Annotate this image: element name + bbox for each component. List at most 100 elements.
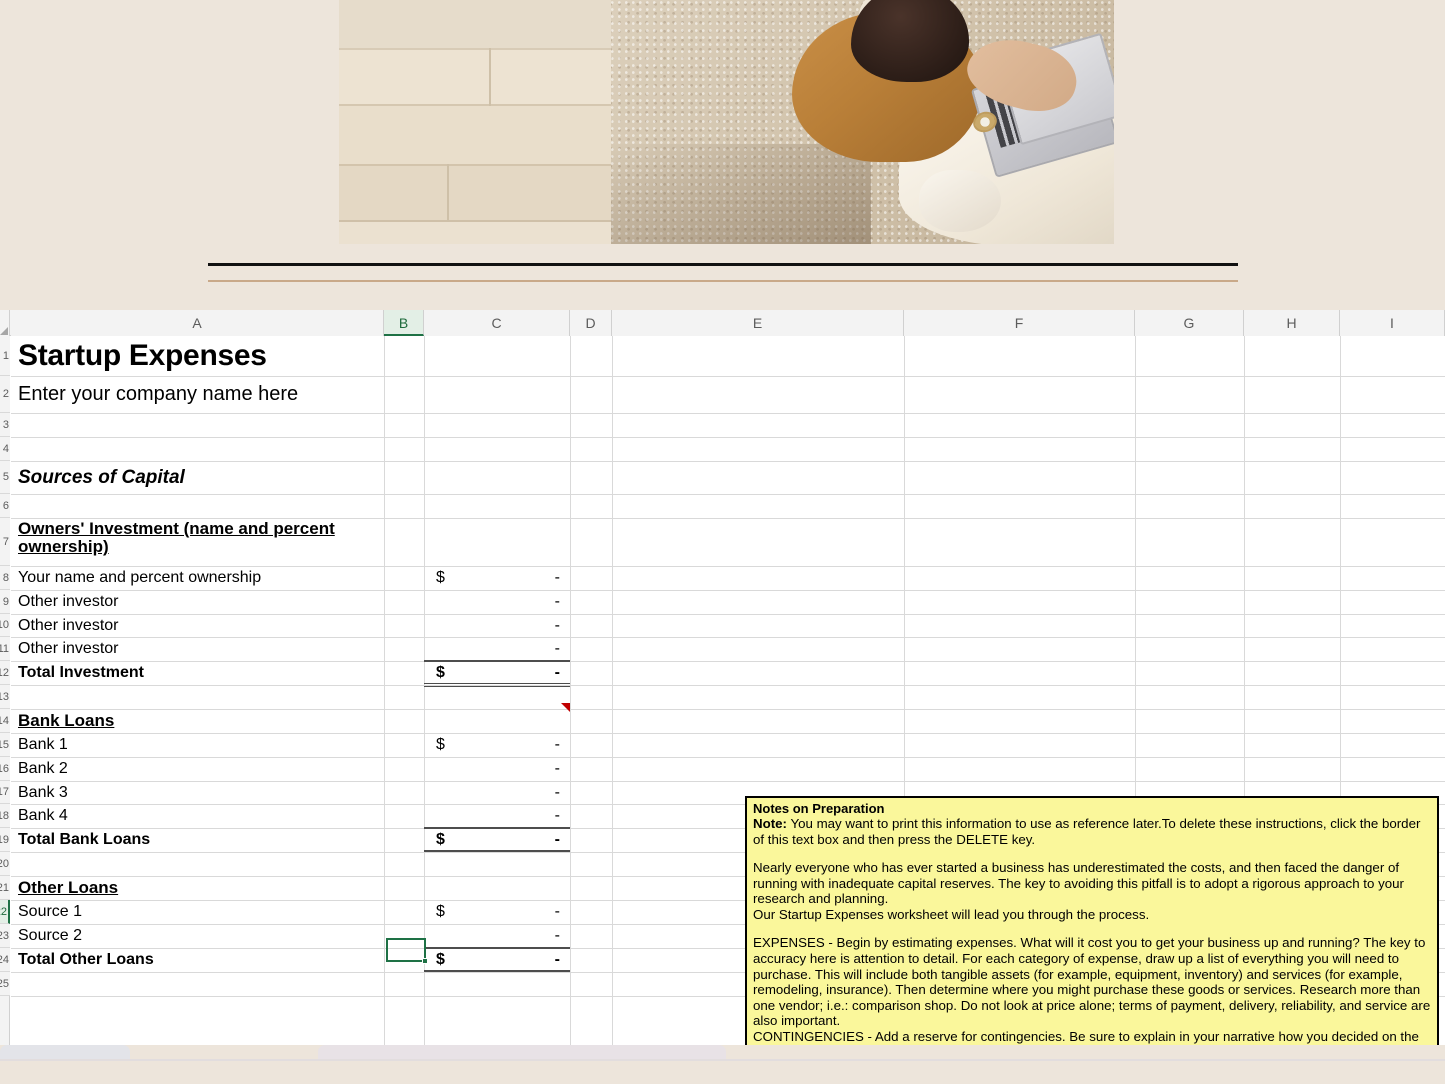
cell-c9-amount[interactable]: - <box>424 590 570 614</box>
cell-c10-amount[interactable]: - <box>424 614 570 637</box>
column-header-i[interactable]: I <box>1340 310 1445 336</box>
cell-a12[interactable]: Total Investment <box>14 661 384 685</box>
row-header-25[interactable]: 25 <box>0 972 10 996</box>
row-header-22[interactable]: 22 <box>0 900 10 924</box>
row-header-8[interactable]: 8 <box>0 566 10 590</box>
bottom-chrome <box>0 1045 1445 1084</box>
hero-photo <box>339 0 1114 244</box>
header-rule-black <box>208 263 1238 266</box>
row-header-1[interactable]: 1 <box>0 336 10 376</box>
cell-c16-amount[interactable]: - <box>424 757 570 781</box>
cell-a9[interactable]: Other investor <box>14 590 384 614</box>
spreadsheet-viewport: A B C D E F G H I 1234567891011121314151… <box>0 310 1445 1045</box>
photo-sock <box>919 170 1001 232</box>
cell-a11[interactable]: Other investor <box>14 637 384 661</box>
gridline-a-b <box>384 336 385 1045</box>
row-header-5[interactable]: 5 <box>0 461 10 494</box>
row-header-24[interactable]: 24 <box>0 948 10 972</box>
row-header-16[interactable]: 16 <box>0 757 10 781</box>
row-header-14[interactable]: 14 <box>0 709 10 733</box>
cell-c15-amount[interactable]: - <box>424 733 570 757</box>
selected-cell-highlight[interactable] <box>386 938 428 964</box>
cell-a21[interactable]: Other Loans <box>14 876 384 900</box>
row-header-19[interactable]: 19 <box>0 828 10 852</box>
cell-c11-amount[interactable]: - <box>424 637 570 661</box>
notes-on-preparation-textbox[interactable]: Notes on Preparation Note: You may want … <box>745 796 1439 1045</box>
header-rule-tan <box>208 280 1238 282</box>
row-header-20[interactable]: 20 <box>0 852 10 876</box>
row-header-9[interactable]: 9 <box>0 590 10 614</box>
row-header-strip: 1234567891011121314151617181920212223242… <box>0 336 10 1045</box>
notes-note-label: Note: <box>753 816 787 832</box>
cell-c12-amount[interactable]: - <box>424 661 570 685</box>
column-header-c[interactable]: C <box>424 310 570 336</box>
gridline-row <box>11 413 1445 414</box>
row-header-17[interactable]: 17 <box>0 781 10 804</box>
total-rule-top <box>424 947 570 949</box>
cell-a16[interactable]: Bank 2 <box>14 757 384 781</box>
row-header-12[interactable]: 12 <box>0 661 10 685</box>
cell-a17[interactable]: Bank 3 <box>14 781 384 804</box>
gridline-row <box>11 494 1445 495</box>
cell-a23[interactable]: Source 2 <box>14 924 384 948</box>
row-header-18[interactable]: 18 <box>0 804 10 828</box>
cell-a8[interactable]: Your name and percent ownership <box>14 566 384 590</box>
cell-c23-amount[interactable]: - <box>424 924 570 948</box>
cell-c8-amount[interactable]: - <box>424 566 570 590</box>
row-header-23[interactable]: 23 <box>0 924 10 948</box>
row-header-11[interactable]: 11 <box>0 637 10 661</box>
cell-c18-amount[interactable]: - <box>424 804 570 828</box>
column-header-f[interactable]: F <box>904 310 1135 336</box>
row-header-13[interactable]: 13 <box>0 685 10 709</box>
column-header-g[interactable]: G <box>1135 310 1244 336</box>
bottom-strip-line <box>0 1059 1445 1061</box>
row-header-7[interactable]: 7 <box>0 518 10 566</box>
cell-a5[interactable]: Sources of Capital <box>14 461 384 494</box>
total-rule-top <box>424 827 570 829</box>
sheet-tab-right[interactable] <box>318 1045 726 1060</box>
row-header-4[interactable]: 4 <box>0 437 10 461</box>
row-header-2[interactable]: 2 <box>0 376 10 413</box>
row-header-3[interactable]: 3 <box>0 413 10 437</box>
row-header-21[interactable]: 21 <box>0 876 10 900</box>
photo-dark-hair <box>851 0 969 82</box>
comment-indicator-icon[interactable] <box>561 703 570 712</box>
column-header-h[interactable]: H <box>1244 310 1340 336</box>
cell-a10[interactable]: Other investor <box>14 614 384 637</box>
select-all-corner[interactable] <box>0 310 10 336</box>
fill-handle[interactable] <box>422 958 428 964</box>
cell-c22-amount[interactable]: - <box>424 900 570 924</box>
photo-wood-floor <box>339 0 619 244</box>
sheet-tab-left[interactable] <box>0 1045 130 1060</box>
document-header-banner <box>0 0 1445 310</box>
cell-a14[interactable]: Bank Loans <box>14 709 384 733</box>
column-header-e[interactable]: E <box>612 310 904 336</box>
cell-a22[interactable]: Source 1 <box>14 900 384 924</box>
notes-note-text: You may want to print this information t… <box>753 816 1421 847</box>
gridline-c-d <box>570 336 571 1045</box>
cell-c19-amount[interactable]: - <box>424 828 570 852</box>
cell-a1[interactable]: Startup Expenses <box>14 336 384 376</box>
notes-para-intro-1: Nearly everyone who has ever started a b… <box>753 860 1404 907</box>
column-header-a[interactable]: A <box>11 310 384 336</box>
column-header-d[interactable]: D <box>570 310 612 336</box>
cell-a-label-underline: Owners' Investment (name and percent own… <box>18 519 335 557</box>
cell-a19[interactable]: Total Bank Loans <box>14 828 384 852</box>
notes-para-expenses: EXPENSES - Begin by estimating expenses.… <box>753 935 1431 1029</box>
cell-a15[interactable]: Bank 1 <box>14 733 384 757</box>
row-header-6[interactable]: 6 <box>0 494 10 518</box>
total-rule-bottom <box>424 683 570 687</box>
notes-spacer-2 <box>753 922 1432 935</box>
row-header-15[interactable]: 15 <box>0 733 10 757</box>
cell-a7[interactable]: Owners' Investment (name and percent own… <box>14 518 384 566</box>
cell-a24[interactable]: Total Other Loans <box>14 948 384 972</box>
cell-c17-amount[interactable]: - <box>424 781 570 804</box>
row-header-10[interactable]: 10 <box>0 614 10 637</box>
cell-c24-amount[interactable]: - <box>424 948 570 972</box>
gridline-row <box>11 437 1445 438</box>
notes-note-line: Note: You may want to print this informa… <box>753 816 1432 847</box>
column-header-b[interactable]: B <box>384 310 424 336</box>
cell-a18[interactable]: Bank 4 <box>14 804 384 828</box>
photo-rug-shadow <box>611 144 871 244</box>
cell-a2[interactable]: Enter your company name here <box>14 376 384 413</box>
